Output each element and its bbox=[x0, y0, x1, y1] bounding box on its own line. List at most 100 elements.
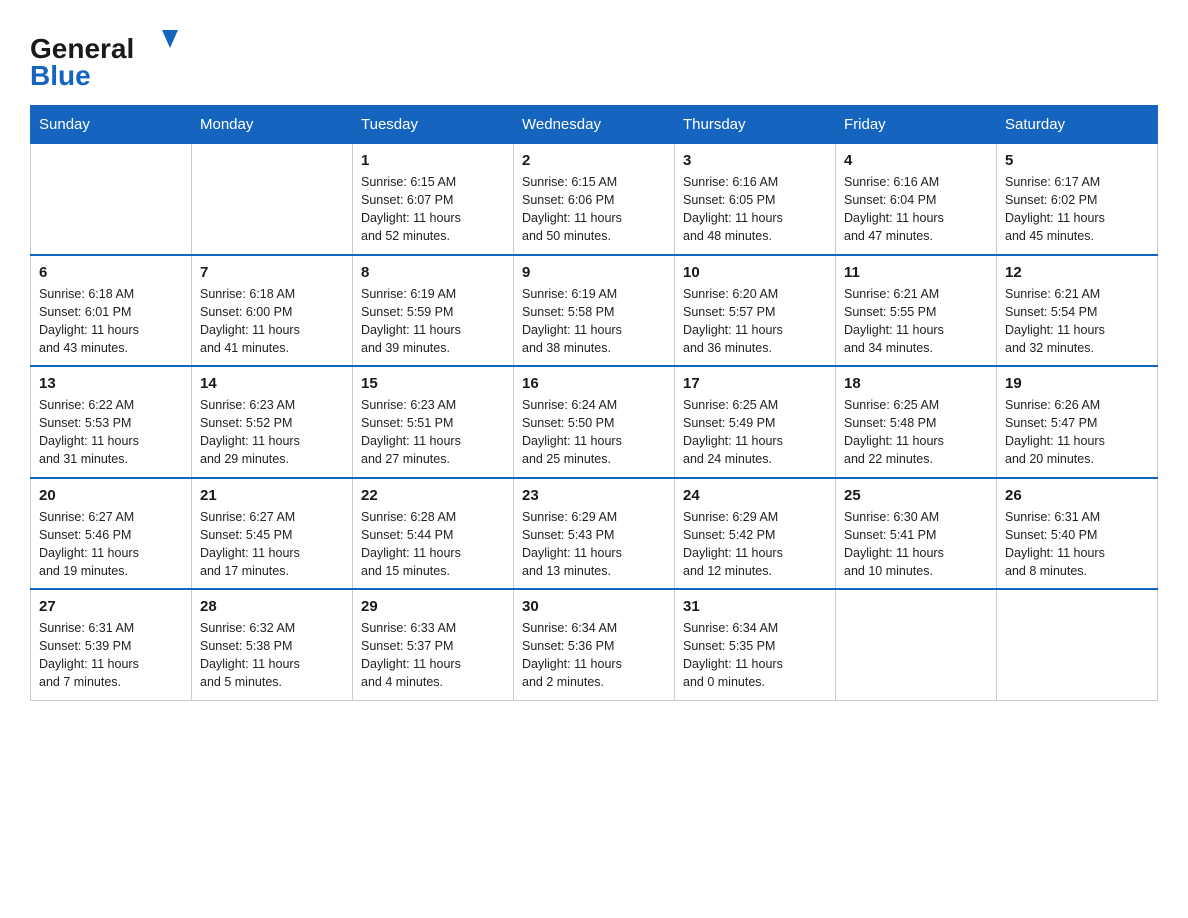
calendar-cell: 27 Sunrise: 6:31 AMSunset: 5:39 PMDayligh… bbox=[31, 589, 192, 700]
day-number: 28 bbox=[200, 598, 344, 615]
day-number: 8 bbox=[361, 264, 505, 281]
day-info: Sunrise: 6:19 AMSunset: 5:58 PMDaylight:… bbox=[522, 285, 666, 358]
calendar-header-monday: Monday bbox=[192, 106, 353, 144]
calendar-header-row: SundayMondayTuesdayWednesdayThursdayFrid… bbox=[31, 106, 1158, 144]
calendar-header-tuesday: Tuesday bbox=[353, 106, 514, 144]
calendar-header-saturday: Saturday bbox=[997, 106, 1158, 144]
calendar-header-sunday: Sunday bbox=[31, 106, 192, 144]
calendar-cell: 26 Sunrise: 6:31 AMSunset: 5:40 PMDayligh… bbox=[997, 478, 1158, 590]
day-number: 7 bbox=[200, 264, 344, 281]
calendar-cell: 13 Sunrise: 6:22 AMSunset: 5:53 PMDayligh… bbox=[31, 366, 192, 478]
day-info: Sunrise: 6:21 AMSunset: 5:54 PMDaylight:… bbox=[1005, 285, 1149, 358]
day-info: Sunrise: 6:29 AMSunset: 5:42 PMDaylight:… bbox=[683, 508, 827, 581]
day-info: Sunrise: 6:33 AMSunset: 5:37 PMDaylight:… bbox=[361, 619, 505, 692]
svg-text:Blue: Blue bbox=[30, 60, 91, 91]
calendar-table: SundayMondayTuesdayWednesdayThursdayFrid… bbox=[30, 105, 1158, 701]
calendar-cell: 20 Sunrise: 6:27 AMSunset: 5:46 PMDayligh… bbox=[31, 478, 192, 590]
day-number: 12 bbox=[1005, 264, 1149, 281]
day-info: Sunrise: 6:15 AMSunset: 6:07 PMDaylight:… bbox=[361, 173, 505, 246]
day-info: Sunrise: 6:29 AMSunset: 5:43 PMDaylight:… bbox=[522, 508, 666, 581]
calendar-cell: 28Sunrise: 6:32 AMSunset: 5:38 PMDayligh… bbox=[192, 589, 353, 700]
day-number: 20 bbox=[39, 487, 183, 504]
calendar-cell bbox=[997, 589, 1158, 700]
day-number: 2 bbox=[522, 152, 666, 169]
logo: General Blue bbox=[30, 20, 180, 95]
day-info: Sunrise: 6:22 AMSunset: 5:53 PMDaylight:… bbox=[39, 396, 183, 469]
day-info: Sunrise: 6:30 AMSunset: 5:41 PMDaylight:… bbox=[844, 508, 988, 581]
day-info: Sunrise: 6:21 AMSunset: 5:55 PMDaylight:… bbox=[844, 285, 988, 358]
day-info: Sunrise: 6:17 AMSunset: 6:02 PMDaylight:… bbox=[1005, 173, 1149, 246]
calendar-cell: 29 Sunrise: 6:33 AMSunset: 5:37 PMDayligh… bbox=[353, 589, 514, 700]
day-number: 10 bbox=[683, 264, 827, 281]
calendar-cell: 9 Sunrise: 6:19 AMSunset: 5:58 PMDaylight… bbox=[514, 255, 675, 367]
calendar-cell: 25 Sunrise: 6:30 AMSunset: 5:41 PMDayligh… bbox=[836, 478, 997, 590]
day-info: Sunrise: 6:16 AMSunset: 6:05 PMDaylight:… bbox=[683, 173, 827, 246]
calendar-header-wednesday: Wednesday bbox=[514, 106, 675, 144]
day-info: Sunrise: 6:26 AMSunset: 5:47 PMDaylight:… bbox=[1005, 396, 1149, 469]
day-number: 25 bbox=[844, 487, 988, 504]
day-info: Sunrise: 6:15 AMSunset: 6:06 PMDaylight:… bbox=[522, 173, 666, 246]
day-info: Sunrise: 6:27 AMSunset: 5:46 PMDaylight:… bbox=[39, 508, 183, 581]
day-info: Sunrise: 6:18 AMSunset: 6:01 PMDaylight:… bbox=[39, 285, 183, 358]
day-number: 18 bbox=[844, 375, 988, 392]
day-number: 6 bbox=[39, 264, 183, 281]
day-number: 24 bbox=[683, 487, 827, 504]
day-info: Sunrise: 6:27 AMSunset: 5:45 PMDaylight:… bbox=[200, 508, 344, 581]
calendar-cell bbox=[836, 589, 997, 700]
day-number: 9 bbox=[522, 264, 666, 281]
day-info: Sunrise: 6:28 AMSunset: 5:44 PMDaylight:… bbox=[361, 508, 505, 581]
calendar-header-thursday: Thursday bbox=[675, 106, 836, 144]
calendar-cell: 22 Sunrise: 6:28 AMSunset: 5:44 PMDayligh… bbox=[353, 478, 514, 590]
day-number: 26 bbox=[1005, 487, 1149, 504]
calendar-cell: 12 Sunrise: 6:21 AMSunset: 5:54 PMDayligh… bbox=[997, 255, 1158, 367]
calendar-cell: 3Sunrise: 6:16 AMSunset: 6:05 PMDaylight… bbox=[675, 144, 836, 255]
day-number: 15 bbox=[361, 375, 505, 392]
day-number: 30 bbox=[522, 598, 666, 615]
calendar-cell: 23 Sunrise: 6:29 AMSunset: 5:43 PMDayligh… bbox=[514, 478, 675, 590]
day-info: Sunrise: 6:25 AMSunset: 5:48 PMDaylight:… bbox=[844, 396, 988, 469]
day-number: 27 bbox=[39, 598, 183, 615]
day-number: 19 bbox=[1005, 375, 1149, 392]
calendar-cell: 16Sunrise: 6:24 AMSunset: 5:50 PMDayligh… bbox=[514, 366, 675, 478]
calendar-cell: 15 Sunrise: 6:23 AMSunset: 5:51 PMDayligh… bbox=[353, 366, 514, 478]
day-info: Sunrise: 6:23 AMSunset: 5:51 PMDaylight:… bbox=[361, 396, 505, 469]
day-number: 22 bbox=[361, 487, 505, 504]
day-number: 31 bbox=[683, 598, 827, 615]
calendar-cell: 18 Sunrise: 6:25 AMSunset: 5:48 PMDayligh… bbox=[836, 366, 997, 478]
calendar-cell: 24 Sunrise: 6:29 AMSunset: 5:42 PMDayligh… bbox=[675, 478, 836, 590]
day-number: 29 bbox=[361, 598, 505, 615]
calendar-cell: 8 Sunrise: 6:19 AMSunset: 5:59 PMDaylight… bbox=[353, 255, 514, 367]
day-info: Sunrise: 6:31 AMSunset: 5:39 PMDaylight:… bbox=[39, 619, 183, 692]
day-info: Sunrise: 6:34 AMSunset: 5:35 PMDaylight:… bbox=[683, 619, 827, 692]
calendar-cell: 17Sunrise: 6:25 AMSunset: 5:49 PMDayligh… bbox=[675, 366, 836, 478]
day-number: 4 bbox=[844, 152, 988, 169]
day-number: 1 bbox=[361, 152, 505, 169]
calendar-cell: 10 Sunrise: 6:20 AMSunset: 5:57 PMDayligh… bbox=[675, 255, 836, 367]
day-number: 11 bbox=[844, 264, 988, 281]
day-number: 23 bbox=[522, 487, 666, 504]
page-header: General Blue bbox=[30, 20, 1158, 95]
day-number: 5 bbox=[1005, 152, 1149, 169]
day-info: Sunrise: 6:20 AMSunset: 5:57 PMDaylight:… bbox=[683, 285, 827, 358]
calendar-cell: 14 Sunrise: 6:23 AMSunset: 5:52 PMDayligh… bbox=[192, 366, 353, 478]
day-number: 14 bbox=[200, 375, 344, 392]
day-info: Sunrise: 6:18 AMSunset: 6:00 PMDaylight:… bbox=[200, 285, 344, 358]
calendar-cell: 7 Sunrise: 6:18 AMSunset: 6:00 PMDaylight… bbox=[192, 255, 353, 367]
logo-svg: General Blue bbox=[30, 20, 180, 95]
calendar-cell: 2 Sunrise: 6:15 AMSunset: 6:06 PMDaylight… bbox=[514, 144, 675, 255]
calendar-cell bbox=[31, 144, 192, 255]
calendar-cell: 1 Sunrise: 6:15 AMSunset: 6:07 PMDaylight… bbox=[353, 144, 514, 255]
day-info: Sunrise: 6:34 AMSunset: 5:36 PMDaylight:… bbox=[522, 619, 666, 692]
day-info: Sunrise: 6:24 AMSunset: 5:50 PMDaylight:… bbox=[522, 396, 666, 469]
day-info: Sunrise: 6:31 AMSunset: 5:40 PMDaylight:… bbox=[1005, 508, 1149, 581]
calendar-cell: 5 Sunrise: 6:17 AMSunset: 6:02 PMDaylight… bbox=[997, 144, 1158, 255]
calendar-header-friday: Friday bbox=[836, 106, 997, 144]
day-info: Sunrise: 6:19 AMSunset: 5:59 PMDaylight:… bbox=[361, 285, 505, 358]
calendar-cell: 4Sunrise: 6:16 AMSunset: 6:04 PMDaylight… bbox=[836, 144, 997, 255]
day-number: 21 bbox=[200, 487, 344, 504]
calendar-week-row: 13 Sunrise: 6:22 AMSunset: 5:53 PMDayligh… bbox=[31, 366, 1158, 478]
calendar-week-row: 20 Sunrise: 6:27 AMSunset: 5:46 PMDayligh… bbox=[31, 478, 1158, 590]
day-number: 13 bbox=[39, 375, 183, 392]
day-number: 17 bbox=[683, 375, 827, 392]
day-info: Sunrise: 6:23 AMSunset: 5:52 PMDaylight:… bbox=[200, 396, 344, 469]
